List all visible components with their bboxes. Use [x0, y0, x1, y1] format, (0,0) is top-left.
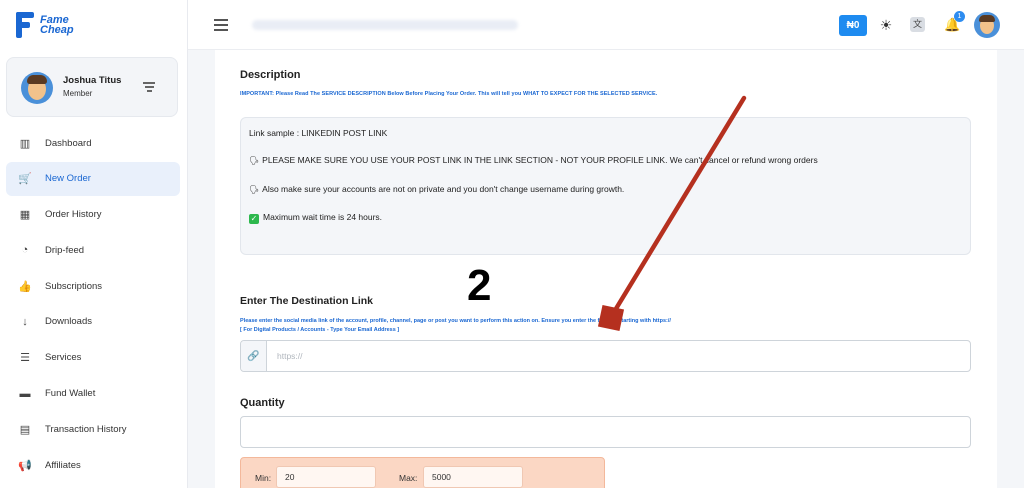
- quantity-input[interactable]: [240, 416, 971, 448]
- min-label: Min:: [255, 473, 272, 483]
- destination-input-group: 🔗: [240, 340, 971, 372]
- sidebar-item-label: Order History: [45, 209, 102, 221]
- quantity-title: Quantity: [240, 397, 285, 409]
- sidebar-item-label: Fund Wallet: [45, 388, 96, 400]
- destination-title: Enter The Destination Link: [240, 295, 374, 307]
- sidebar-item-downloads[interactable]: ↓ Downloads: [6, 305, 180, 339]
- sidebar-item-label: Dashboard: [45, 137, 92, 149]
- filter-icon[interactable]: [143, 82, 155, 94]
- speech-bubble-icon: 🗣: [249, 156, 260, 165]
- sidebar-item-label: Subscriptions: [45, 280, 103, 292]
- description-box: Link sample : LINKEDIN POST LINK 🗣 PLEASE…: [240, 117, 971, 255]
- sidebar-item-services[interactable]: ☰ Services: [6, 341, 180, 375]
- max-label: Max:: [399, 473, 418, 483]
- description-title: Description: [240, 69, 301, 81]
- brand-logo[interactable]: Fame Cheap: [16, 12, 74, 38]
- check-mark-icon: ✓: [249, 214, 259, 224]
- destination-link-input[interactable]: [267, 341, 970, 371]
- notification-badge: 1: [954, 11, 965, 22]
- sidebar-item-new-order[interactable]: 🛒 New Order: [6, 161, 180, 196]
- user-card: Joshua Titus Member: [6, 57, 178, 117]
- user-name: Joshua Titus: [63, 75, 122, 86]
- sidebar-item-order-history[interactable]: ▦ Order History: [6, 198, 180, 232]
- cart-icon: 🛒: [18, 173, 32, 186]
- blurred-service-title: [252, 20, 518, 30]
- desc-line-private: Also make sure your accounts are not on …: [262, 184, 625, 194]
- sidebar-item-label: Drip-feed: [45, 244, 85, 256]
- sidebar-item-label: Transaction History: [45, 423, 127, 435]
- arrow-down-icon: ↓: [22, 315, 28, 328]
- sidebar-nav: ▥ Dashboard 🛒 New Order ▦ Order History ◔ Drip-…: [6, 126, 180, 484]
- sidebar-item-transaction-history[interactable]: ▤ Transaction History: [6, 412, 180, 446]
- avatar[interactable]: [21, 72, 53, 104]
- sidebar-item-label: Downloads: [45, 316, 92, 328]
- megaphone-icon: 📢: [18, 459, 32, 472]
- hamburger-menu-icon[interactable]: [214, 19, 228, 34]
- desc-line-warning: PLEASE MAKE SURE YOU USE YOUR POST LINK …: [262, 155, 818, 165]
- description-warning: IMPORTANT: Please Read The SERVICE DESCR…: [240, 91, 658, 97]
- sun-icon[interactable]: ☀: [878, 17, 894, 33]
- max-value: 5000: [423, 466, 523, 488]
- sidebar-item-label: Affiliates: [45, 459, 81, 471]
- thumbs-up-icon: 👍: [18, 280, 32, 293]
- wallet-icon: ▬: [19, 387, 31, 400]
- logo-text-line2: Cheap: [40, 24, 74, 36]
- sidebar-item-label: Services: [45, 352, 82, 364]
- user-role: Member: [63, 89, 93, 98]
- calendar-icon: ▦: [19, 209, 31, 222]
- clock-icon: ◔: [21, 244, 29, 257]
- speech-bubble-icon: 🗣: [249, 185, 260, 194]
- min-max-box: Min: 20 Max: 5000: [240, 457, 605, 488]
- top-bar: ₦0 ☀ 文 🔔 1: [188, 0, 1024, 50]
- sidebar-item-fund-wallet[interactable]: ▬ Fund Wallet: [6, 377, 180, 411]
- profile-avatar[interactable]: [974, 12, 1000, 38]
- list-icon: ☰: [20, 352, 30, 365]
- sidebar-item-drip-feed[interactable]: ◔ Drip-feed: [6, 233, 180, 267]
- destination-help: Please enter the social media link of th…: [240, 318, 671, 324]
- chart-bars-icon: ▥: [19, 137, 31, 150]
- sidebar: Fame Cheap Joshua Titus Member ▥ Dashboar…: [0, 0, 188, 488]
- desc-line-wait: Maximum wait time is 24 hours.: [263, 212, 383, 222]
- wallet-balance-button[interactable]: ₦0: [839, 15, 867, 36]
- order-form-card: Description IMPORTANT: Please Read The S…: [215, 50, 997, 488]
- min-value: 20: [276, 466, 376, 488]
- destination-help-digital: [ For Digital Products / Accounts - Type…: [240, 327, 400, 333]
- receipt-icon: ▤: [19, 423, 31, 436]
- sidebar-item-label: New Order: [45, 173, 91, 185]
- sidebar-item-dashboard[interactable]: ▥ Dashboard: [6, 126, 180, 160]
- desc-line-sample: Link sample : LINKEDIN POST LINK: [249, 128, 388, 138]
- sidebar-item-affiliates[interactable]: 📢 Affiliates: [6, 448, 180, 482]
- annotation-step-number: 2: [467, 261, 492, 310]
- logo-mark-icon: [16, 12, 36, 38]
- translate-icon[interactable]: 文: [910, 17, 925, 32]
- sidebar-item-subscriptions[interactable]: 👍 Subscriptions: [6, 269, 180, 303]
- link-icon: 🔗: [241, 341, 267, 371]
